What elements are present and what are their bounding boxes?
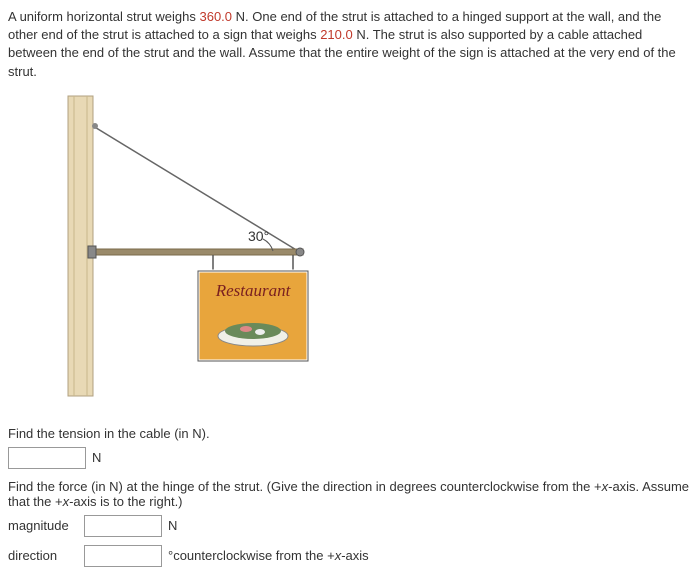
magnitude-label: magnitude — [8, 518, 78, 533]
magnitude-unit: N — [168, 518, 177, 533]
problem-statement: A uniform horizontal strut weighs 360.0 … — [8, 8, 692, 81]
tension-unit: N — [92, 450, 101, 465]
text-part1: A uniform horizontal strut weighs — [8, 9, 199, 24]
tension-input[interactable] — [8, 447, 86, 469]
direction-label: direction — [8, 548, 78, 563]
magnitude-input[interactable] — [84, 515, 162, 537]
direction-unit: °counterclockwise from the +x-axis — [168, 548, 369, 563]
direction-input[interactable] — [84, 545, 162, 567]
figure-svg: 30° Restaurant — [48, 91, 398, 411]
sign-weight: 210.0 — [320, 27, 353, 42]
angle-label: 30° — [248, 228, 269, 244]
physics-figure: 30° Restaurant — [48, 91, 398, 411]
question-hinge: Find the force (in N) at the hinge of th… — [8, 479, 692, 509]
sign-text: Restaurant — [215, 281, 292, 300]
strut-weight: 360.0 — [199, 9, 232, 24]
question-tension: Find the tension in the cable (in N). — [8, 426, 692, 441]
